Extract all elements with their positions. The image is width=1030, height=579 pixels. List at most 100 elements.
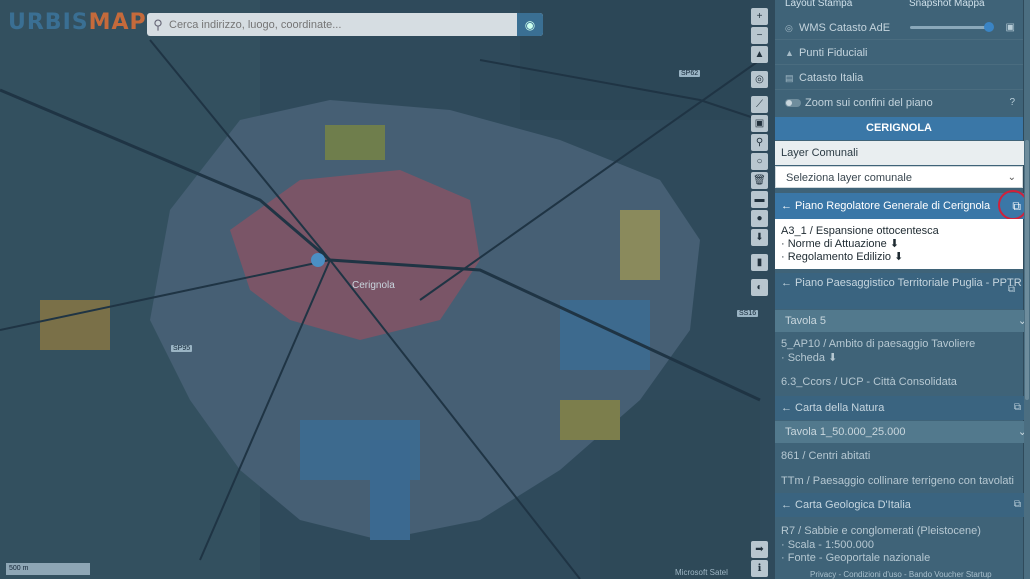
- marker-icon: ⚲: [755, 137, 764, 148]
- geologica-title: ← Carta Geologica D'Italia: [781, 499, 911, 511]
- locate-button[interactable]: ◎: [751, 71, 768, 88]
- map-attribution: Microsoft Satel: [675, 568, 728, 577]
- select-value: Tavola 1_50.000_25.000: [785, 426, 906, 438]
- menu-catasto-italia[interactable]: ▤ Catasto Italia: [775, 66, 1023, 90]
- arrow-right-icon: ➡: [755, 544, 764, 555]
- zoom-in-icon: +: [756, 11, 763, 22]
- footer-links[interactable]: Privacy - Condizioni d'uso - Bando Vouch…: [810, 570, 992, 579]
- scale-bar: 500 m: [6, 563, 90, 575]
- logo-text-urbis: URBIS: [8, 10, 89, 35]
- collapse-panel-button[interactable]: ➡: [751, 541, 768, 558]
- help-icon[interactable]: ?: [1009, 91, 1015, 115]
- zoom-out-button[interactable]: −: [751, 27, 768, 44]
- compass-icon: ▲: [754, 49, 765, 60]
- bookmark-button[interactable]: ▮: [751, 254, 768, 271]
- bookmark-icon: ▮: [756, 257, 763, 268]
- geologica-line2: · Scala - 1:500.000: [781, 539, 874, 551]
- top-tabs: Layout Stampa Snapshot Mappa: [775, 0, 1023, 9]
- menu-punti-fiduciali[interactable]: ▲ Punti Fiduciali: [775, 41, 1023, 65]
- pptr-header[interactable]: ← Piano Paesaggistico Territoriale Pugli…: [775, 273, 1023, 309]
- download-button[interactable]: ⬇: [751, 229, 768, 246]
- tab-layout-stampa[interactable]: Layout Stampa: [775, 0, 899, 9]
- pin-icon: ●: [756, 213, 763, 224]
- measure-line-button[interactable]: ⟋: [751, 96, 768, 113]
- pptr-line3: 6.3_Ccors / UCP - Città Consolidata: [781, 376, 957, 388]
- menu-wms-catasto[interactable]: ◎ WMS Catasto AdE ▣: [775, 16, 1023, 40]
- external-link-icon[interactable]: ⧉: [1014, 396, 1021, 420]
- road-label-sp62: SP62: [679, 70, 701, 77]
- pptr-select[interactable]: Tavola 5 ⌄: [775, 310, 1030, 332]
- prg-title: ← Piano Regolatore Generale di Cerignola: [781, 200, 991, 212]
- menu-label: Catasto Italia: [799, 72, 864, 84]
- search-bar: ⚲ ◉: [147, 13, 543, 36]
- geologica-line3: · Fonte - Geoportale nazionale: [781, 552, 931, 564]
- draw-circle-button[interactable]: ○: [751, 153, 768, 170]
- regolamento-link[interactable]: · Regolamento Edilizio ⬇: [781, 251, 1017, 264]
- info-icon: ℹ: [757, 563, 762, 574]
- zoom-out-icon: −: [756, 30, 763, 41]
- zoom-in-button[interactable]: +: [751, 8, 768, 25]
- pin-button[interactable]: ●: [751, 210, 768, 227]
- scrollbar-thumb[interactable]: [1025, 140, 1029, 400]
- natura-title: ← Carta della Natura: [781, 402, 885, 414]
- tab-snapshot-mappa[interactable]: Snapshot Mappa: [899, 0, 1023, 9]
- external-link-icon[interactable]: ⧉: [1014, 493, 1021, 517]
- menu-label: Punti Fiduciali: [799, 47, 868, 59]
- geologica-header[interactable]: ← Carta Geologica D'Italia ⧉: [775, 493, 1029, 517]
- logo-text-map: MAP: [88, 10, 147, 35]
- prg-details: A3_1 / Espansione ottocentesca · Norme d…: [775, 219, 1023, 269]
- globe-icon: ◎: [785, 23, 793, 33]
- natura-header[interactable]: ← Carta della Natura ⧉: [775, 396, 1029, 420]
- comune-header: CERIGNOLA: [775, 117, 1023, 140]
- app-logo[interactable]: URBISMAP: [8, 10, 147, 35]
- layer-comunale-select[interactable]: Seleziona layer comunale ⌄: [775, 166, 1023, 188]
- norme-link[interactable]: · Norme di Attuazione ⬇: [781, 238, 1017, 251]
- ruler-icon: ⟋: [756, 99, 763, 110]
- search-globe-button[interactable]: ◉: [517, 13, 543, 36]
- building-icon: ▤: [785, 73, 794, 83]
- circle-icon: ○: [756, 156, 763, 167]
- basemap-button[interactable]: ◐: [751, 279, 768, 296]
- pptr-line1: 5_AP10 / Ambito di paesaggio Tavoliere: [781, 338, 976, 350]
- prg-header[interactable]: ← Piano Regolatore Generale di Cerignola…: [775, 190, 1029, 220]
- zoom-confini-toggle[interactable]: [785, 99, 801, 108]
- download-icon: ⬇: [755, 232, 764, 243]
- natura-select[interactable]: Tavola 1_50.000_25.000 ⌄: [775, 421, 1030, 443]
- info-button[interactable]: ℹ: [751, 560, 768, 577]
- print-button[interactable]: ▬: [751, 191, 768, 208]
- pptr-title: ← Piano Paesaggistico Territoriale Pugli…: [781, 277, 1022, 289]
- opacity-slider[interactable]: [910, 22, 994, 32]
- geologica-line1: R7 / Sabbie e conglomerati (Pleistocene): [781, 525, 981, 537]
- external-link-icon[interactable]: ⧉: [1008, 283, 1015, 296]
- layer-comunali-label: Layer Comunali: [775, 141, 1029, 165]
- print-icon: ▬: [754, 194, 765, 205]
- slider-knob[interactable]: [984, 22, 994, 32]
- area-icon: ▣: [754, 118, 765, 129]
- trash-icon: 🗑: [753, 175, 766, 186]
- side-panel: Layout Stampa Snapshot Mappa ◎ WMS Catast…: [775, 0, 1030, 579]
- search-input[interactable]: [169, 18, 517, 31]
- compass-button[interactable]: ▲: [751, 46, 768, 63]
- menu-zoom-confini[interactable]: Zoom sui confini del piano ?: [775, 91, 1023, 115]
- menu-label: Zoom sui confini del piano: [805, 97, 933, 109]
- map-toolbar: + − ▲ ◎ ⟋ ▣ ⚲ ○ 🗑 ▬ ● ⬇ ▮ ◐ ➡ ℹ: [749, 0, 769, 579]
- select-value: Tavola 5: [785, 315, 826, 327]
- chevron-down-icon: ⌄: [1007, 172, 1016, 183]
- globe-icon: ◐: [756, 282, 763, 293]
- panel-scrollbar[interactable]: [1024, 0, 1030, 579]
- measure-area-button[interactable]: ▣: [751, 115, 768, 132]
- globe-icon: ◉: [524, 17, 536, 32]
- search-icon: ⚲: [153, 16, 163, 32]
- add-marker-button[interactable]: ⚲: [751, 134, 768, 151]
- tv-icon[interactable]: ▣: [1006, 16, 1015, 40]
- locate-icon: ◎: [755, 74, 764, 85]
- delete-button[interactable]: 🗑: [751, 172, 768, 189]
- prg-zone: A3_1 / Espansione ottocentesca: [781, 225, 939, 237]
- menu-label: WMS Catasto AdE: [799, 22, 891, 34]
- pptr-scheda-link[interactable]: · Scheda ⬇: [775, 352, 1029, 364]
- road-label-sp95: SP95: [171, 345, 193, 352]
- select-value: Seleziona layer comunale: [786, 172, 912, 184]
- city-label: Cerignola: [352, 280, 395, 291]
- triangle-icon: ▲: [785, 48, 794, 58]
- natura-line2: TTm / Paesaggio collinare terrigeno con …: [781, 475, 1014, 487]
